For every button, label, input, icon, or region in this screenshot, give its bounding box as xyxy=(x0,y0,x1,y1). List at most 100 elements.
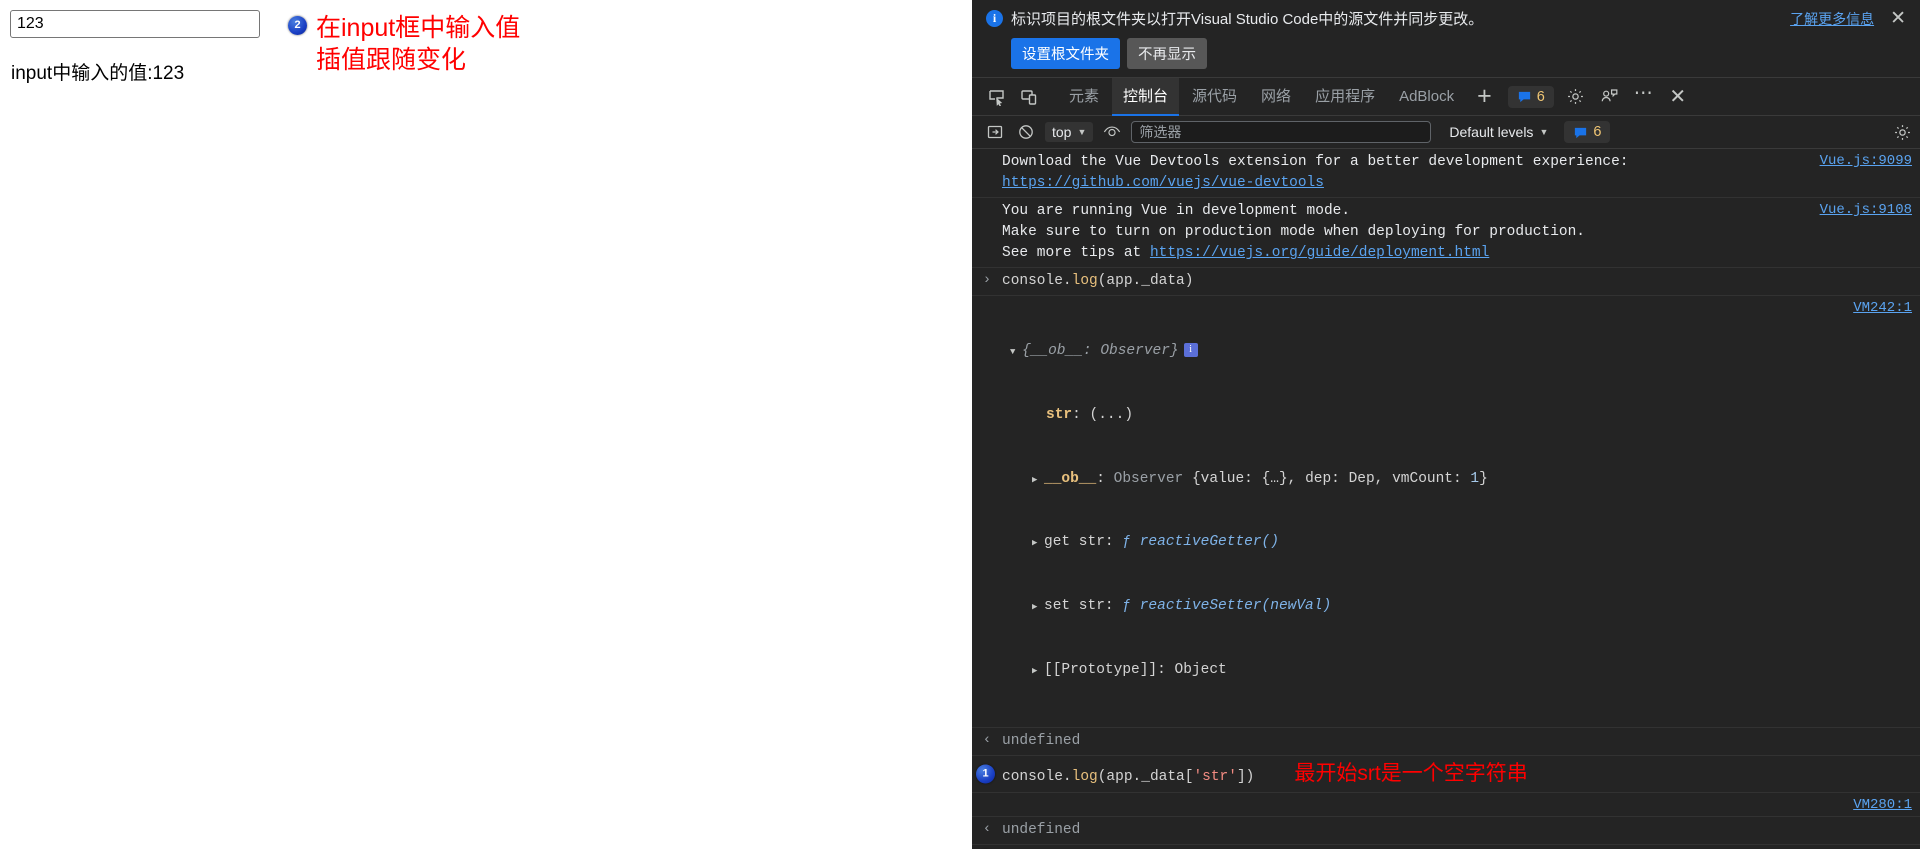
tab-adblock[interactable]: AdBlock xyxy=(1388,78,1465,116)
tab-sources[interactable]: 源代码 xyxy=(1181,78,1248,116)
dont-show-again-button[interactable]: 不再显示 xyxy=(1127,38,1207,69)
learn-more-link[interactable]: 了解更多信息 xyxy=(1790,9,1874,29)
object-property-row[interactable]: ▶ get str: ƒ reactiveGetter() xyxy=(1010,532,1833,554)
tab-elements[interactable]: 元素 xyxy=(1058,78,1110,116)
interpolated-output-text: input中输入的值:123 xyxy=(11,63,185,84)
expand-triangle-icon[interactable]: ▶ xyxy=(1032,665,1044,679)
step-badge-2: 2 xyxy=(288,16,307,35)
console-command-text: console.log(app._data) xyxy=(1002,273,1194,290)
console-input-row: › console.log(app._data) xyxy=(972,268,1920,297)
object-info-icon[interactable]: i xyxy=(1183,343,1198,358)
add-tab-button[interactable]: + xyxy=(1467,84,1502,109)
log-gutter xyxy=(972,299,1002,300)
execution-context-select[interactable]: top ▼ xyxy=(1045,122,1094,142)
log-levels-select[interactable]: Default levels ▼ xyxy=(1444,122,1553,142)
set-root-folder-button[interactable]: 设置根文件夹 xyxy=(1011,38,1120,69)
execution-context-value: top xyxy=(1052,124,1072,140)
annotation-step-1-text: 最开始srt是一个空字符串 xyxy=(1294,761,1528,785)
console-result-value: undefined xyxy=(1002,732,1081,749)
log-message-text: Download the Vue Devtools extension for … xyxy=(1002,152,1810,194)
console-log-area[interactable]: Download the Vue Devtools extension for … xyxy=(972,149,1920,849)
console-object-row: ▼ {__ob__: Observer} i str: (...) ▶ __ob__:… xyxy=(972,296,1920,728)
step-badge-1: 1 xyxy=(976,764,995,784)
message-count-chip[interactable]: 6 xyxy=(1507,85,1554,108)
console-input-row: 1 › console.log(app._data['str'])最开始srt是… xyxy=(972,756,1920,794)
log-source-link[interactable]: Vue.js:9108 xyxy=(1810,201,1912,218)
message-bubble-icon xyxy=(1518,91,1530,103)
log-levels-value: Default levels xyxy=(1449,124,1534,140)
device-toolbar-icon[interactable] xyxy=(1014,83,1044,111)
console-output-row: VM280:1 xyxy=(972,793,1920,818)
info-icon: i xyxy=(986,10,1003,27)
vue-devmode-line1: You are running Vue in development mode. xyxy=(1002,203,1351,220)
result-arrow-icon: ‹ xyxy=(982,731,992,748)
screenshot-root: input中输入的值:123 2 在input框中输入值 插值跟随变化 i 标识… xyxy=(0,0,1920,849)
result-arrow-icon: ‹ xyxy=(982,821,992,838)
console-filter-input[interactable] xyxy=(1131,121,1432,143)
annotation-step-2-line2: 插值跟随变化 xyxy=(316,46,467,74)
infobar-message: 标识项目的根文件夹以打开Visual Studio Code中的源文件并同步更改… xyxy=(1011,11,1484,28)
web-page-pane: input中输入的值:123 2 在input框中输入值 插值跟随变化 xyxy=(0,0,972,849)
object-header-line[interactable]: ▼ {__ob__: Observer} i xyxy=(1010,341,1833,363)
tab-application[interactable]: 应用程序 xyxy=(1304,78,1386,116)
log-source-link[interactable]: VM242:1 xyxy=(1843,299,1912,316)
object-header: {__ob__: Observer} xyxy=(1022,343,1179,360)
vue-devtools-line1: Download the Vue Devtools extension for … xyxy=(1002,154,1629,170)
input-row xyxy=(10,10,260,38)
console-message-chip[interactable]: 6 xyxy=(1564,121,1611,143)
log-gutter xyxy=(972,152,1002,153)
vue-devtools-link[interactable]: https://github.com/vuejs/vue-devtools xyxy=(1002,175,1324,191)
expand-triangle-icon[interactable]: ▶ xyxy=(1032,601,1044,615)
tab-console[interactable]: 控制台 xyxy=(1112,77,1180,116)
object-property-row[interactable]: ▶ [[Prototype]]: Object xyxy=(1010,660,1833,682)
close-devtools-icon[interactable]: ✕ xyxy=(1662,82,1694,112)
log-gutter xyxy=(972,796,1002,797)
infobar-close-icon[interactable]: ✕ xyxy=(1882,9,1908,28)
expand-triangle-open-icon[interactable]: ▼ xyxy=(1010,346,1022,360)
console-toolbar: top ▼ Default levels ▼ 6 xyxy=(972,116,1920,149)
annotation-step-2: 2 在input框中输入值 插值跟随变化 xyxy=(288,12,520,76)
clear-console-icon[interactable] xyxy=(1014,121,1038,143)
message-count: 6 xyxy=(1536,88,1545,105)
expand-triangle-icon[interactable]: ▶ xyxy=(1032,474,1044,488)
console-message-row: You are running Vue in development mode.… xyxy=(972,198,1920,269)
console-command-text: console.log(app._data['str']) 最开始srt是一个空字… xyxy=(1002,761,1528,785)
console-input-row: 3 › console.log(app._data['str']) xyxy=(972,845,1920,849)
vue-deployment-link[interactable]: https://vuejs.org/guide/deployment.html xyxy=(1150,245,1489,261)
object-property-row[interactable]: ▶ set str: ƒ reactiveSetter(newVal) xyxy=(1010,596,1833,618)
log-gutter xyxy=(972,201,1002,202)
vue-devmode-line3-prefix: See more tips at xyxy=(1002,245,1150,262)
annotation-step-2-line1: 在input框中输入值 xyxy=(316,14,521,42)
gear-icon[interactable] xyxy=(1560,82,1592,112)
expand-triangle-icon[interactable]: ▶ xyxy=(1032,537,1044,551)
inspect-element-icon[interactable] xyxy=(982,83,1012,111)
console-result-row: ‹ undefined xyxy=(972,817,1920,846)
console-result-row: ‹ undefined xyxy=(972,728,1920,756)
prompt-arrow-icon: › xyxy=(982,272,992,289)
devtools-tabbar: 元素 控制台 源代码 网络 应用程序 AdBlock + 6 ⋯ ✕ xyxy=(972,77,1920,116)
chevron-down-icon-levels: ▼ xyxy=(1539,127,1549,137)
object-inspector[interactable]: ▼ {__ob__: Observer} i str: (...) ▶ __ob__:… xyxy=(1002,299,1843,724)
devtools-panel: i 标识项目的根文件夹以打开Visual Studio Code中的源文件并同步… xyxy=(972,0,1920,849)
live-expression-icon[interactable] xyxy=(1100,121,1124,143)
infobar-buttons: 设置根文件夹 不再显示 xyxy=(1011,38,1908,69)
console-sidebar-icon[interactable] xyxy=(983,121,1007,143)
tab-network[interactable]: 网络 xyxy=(1250,78,1302,116)
object-property-row[interactable]: ▶ __ob__: Observer {value: {…}, dep: Dep,… xyxy=(1010,469,1833,491)
log-message-text: You are running Vue in development mode.… xyxy=(1002,201,1810,264)
more-options-icon[interactable]: ⋯ xyxy=(1628,82,1660,112)
console-message-count: 6 xyxy=(1593,124,1602,140)
text-input[interactable] xyxy=(10,10,260,38)
object-property-row: str: (...) xyxy=(1046,406,1134,423)
feedback-icon[interactable] xyxy=(1594,82,1626,112)
log-source-link[interactable]: Vue.js:9099 xyxy=(1810,152,1912,169)
vue-devmode-line2: Make sure to turn on production mode whe… xyxy=(1002,224,1585,241)
infobar-top-row: i 标识项目的根文件夹以打开Visual Studio Code中的源文件并同步… xyxy=(986,8,1908,29)
console-result-value: undefined xyxy=(1002,822,1081,839)
message-bubble-icon-toolbar xyxy=(1575,127,1587,138)
log-source-link[interactable]: VM280:1 xyxy=(1843,796,1912,813)
devtools-infobar: i 标识项目的根文件夹以打开Visual Studio Code中的源文件并同步… xyxy=(972,0,1920,78)
console-settings-icon[interactable] xyxy=(1890,121,1914,143)
console-message-row: Download the Vue Devtools extension for … xyxy=(972,149,1920,199)
annotation-step-2-text: 在input框中输入值 插值跟随变化 xyxy=(307,12,520,76)
